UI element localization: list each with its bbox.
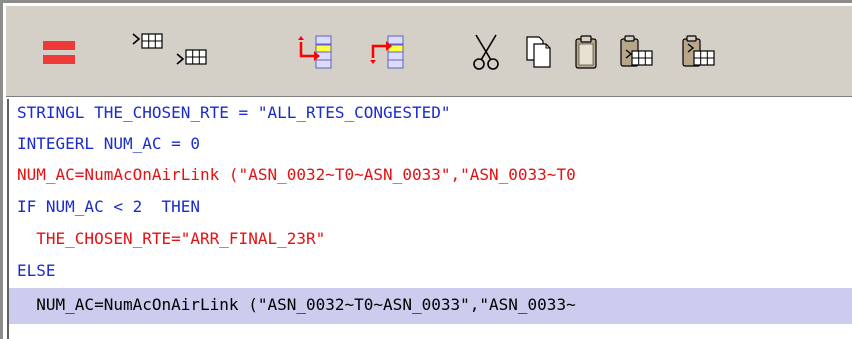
equals-icon[interactable] — [39, 32, 79, 72]
code-line-3[interactable]: NUM_AC=NumAcOnAirLink ("ASN_0032~T0~ASN_… — [9, 161, 852, 189]
editor-toolbar — [6, 6, 852, 97]
cut-icon[interactable] — [466, 32, 506, 72]
code-line-7[interactable]: NUM_AC=NumAcOnAirLink ("ASN_0032~T0~ASN_… — [9, 288, 852, 324]
code-line-5[interactable]: THE_CHOSEN_RTE="ARR_FINAL_23R" — [9, 225, 852, 253]
code-editor[interactable]: STRINGL THE_CHOSEN_RTE = "ALL_RTES_CONGE… — [7, 99, 852, 339]
move-right-icon[interactable] — [296, 32, 336, 72]
paste-icon[interactable] — [566, 32, 606, 72]
insert-row-above-icon[interactable] — [127, 26, 167, 66]
code-line-1[interactable]: STRINGL THE_CHOSEN_RTE = "ALL_RTES_CONGE… — [9, 99, 852, 127]
code-line-2[interactable]: INTEGERL NUM_AC = 0 — [9, 130, 852, 158]
insert-row-below-icon[interactable] — [171, 32, 211, 72]
script-editor-panel: STRINGL THE_CHOSEN_RTE = "ALL_RTES_CONGE… — [0, 0, 852, 339]
code-line-4[interactable]: IF NUM_AC < 2 THEN — [9, 193, 852, 221]
paste-after-icon[interactable] — [678, 32, 718, 72]
code-line-6[interactable]: ELSE — [9, 257, 852, 285]
copy-icon[interactable] — [519, 32, 559, 72]
paste-before-icon[interactable] — [616, 32, 656, 72]
move-left-icon[interactable] — [368, 32, 408, 72]
